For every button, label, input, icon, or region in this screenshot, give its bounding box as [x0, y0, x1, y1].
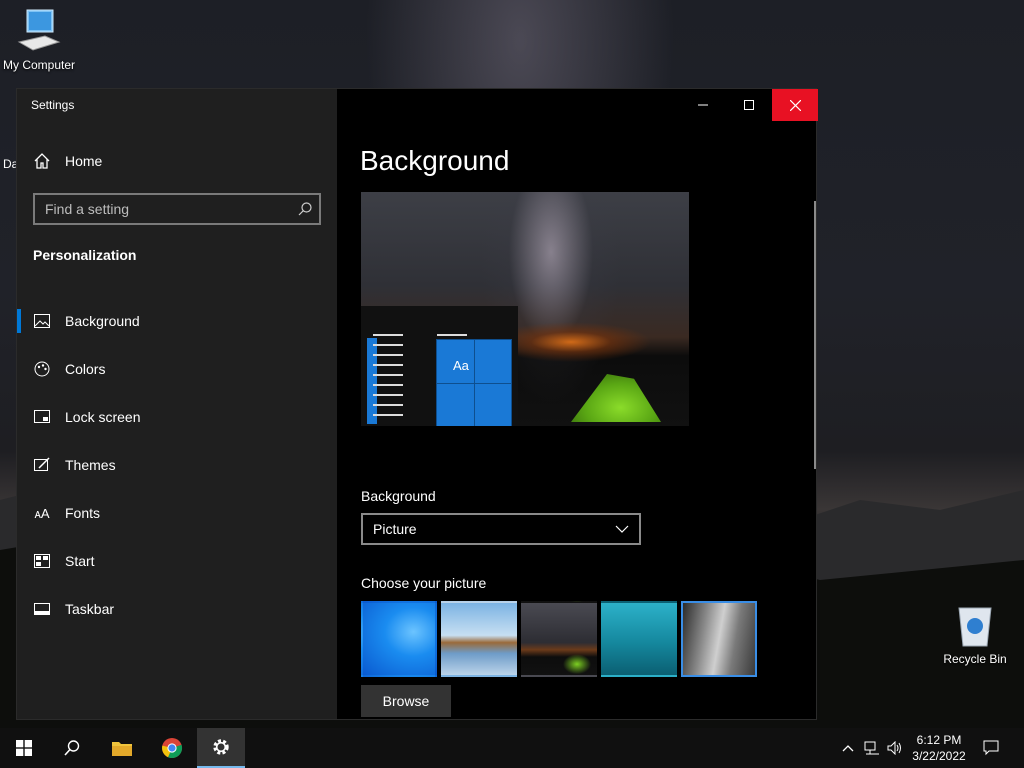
picture-thumbnails — [361, 601, 761, 677]
thumbnail-night-sky-tent[interactable] — [521, 601, 597, 677]
sidebar-item-label: Colors — [65, 361, 106, 377]
maximize-icon — [744, 100, 754, 110]
chevron-down-icon — [615, 525, 629, 533]
taskbar-chrome[interactable] — [148, 728, 196, 768]
sidebar-item-label: Lock screen — [65, 409, 141, 425]
chrome-icon — [162, 738, 183, 759]
sidebar-item-start[interactable]: Start — [17, 537, 337, 585]
lock-screen-icon — [33, 408, 51, 426]
sidebar-item-label: Background — [65, 313, 140, 329]
sidebar-item-background[interactable]: Background — [17, 297, 337, 345]
section-heading: Personalization — [33, 247, 137, 263]
desktop-icon-label: Recycle Bin — [943, 652, 1007, 666]
window-title: Settings — [31, 98, 75, 112]
picture-icon — [33, 312, 51, 330]
sidebar-item-lock-screen[interactable]: Lock screen — [17, 393, 337, 441]
background-type-label: Background — [361, 488, 436, 504]
windows-logo-icon — [16, 740, 32, 756]
taskbar-icon — [33, 600, 51, 618]
home-nav-item[interactable]: Home — [33, 149, 102, 173]
search-input[interactable] — [35, 201, 297, 217]
mock-app-list-lines — [367, 334, 403, 424]
start-button[interactable] — [0, 728, 48, 768]
sidebar-item-fonts[interactable]: ᴀA Fonts — [17, 489, 337, 537]
recycle-bin-icon — [958, 607, 992, 647]
chevron-up-icon — [842, 745, 854, 752]
palette-icon — [33, 360, 51, 378]
preview-sample-text: Aa — [453, 358, 469, 373]
taskbar-search-button[interactable] — [48, 728, 96, 768]
preview-start-menu-mock: Aa — [361, 306, 518, 426]
my-computer-desktop-icon[interactable]: My Computer — [1, 8, 77, 72]
sidebar-item-label: Fonts — [65, 505, 101, 521]
themes-icon — [33, 456, 51, 474]
minimize-button[interactable] — [680, 89, 726, 121]
folder-icon — [112, 742, 132, 756]
fonts-icon: ᴀA — [34, 505, 50, 521]
sidebar-item-colors[interactable]: Colors — [17, 345, 337, 393]
clock-date: 3/22/2022 — [912, 749, 966, 763]
start-icon — [33, 552, 51, 570]
minimize-icon — [698, 104, 708, 106]
close-icon — [789, 99, 801, 111]
sidebar-item-label: Start — [65, 553, 95, 569]
thumbnail-windows-blue[interactable] — [361, 601, 437, 677]
page-title: Background — [360, 145, 510, 176]
recycle-bin-desktop-icon[interactable]: Recycle Bin — [937, 604, 1013, 666]
search-box[interactable] — [33, 193, 321, 225]
content-scrollbar[interactable] — [814, 201, 816, 469]
dropdown-value: Picture — [373, 521, 417, 537]
action-center-button[interactable] — [981, 738, 1001, 758]
mock-tiles — [436, 339, 512, 426]
preview-tent-image — [571, 374, 661, 422]
search-icon — [64, 740, 80, 756]
background-preview: Aa — [361, 192, 689, 426]
network-tray-button[interactable] — [862, 738, 882, 758]
network-icon — [864, 741, 879, 755]
close-button[interactable] — [772, 89, 818, 121]
sidebar-item-label: Themes — [65, 457, 116, 473]
sidebar-item-taskbar[interactable]: Taskbar — [17, 585, 337, 633]
mock-tiles-header — [437, 334, 467, 336]
background-type-dropdown[interactable]: Picture — [361, 513, 641, 545]
thumbnail-beach-rocks[interactable] — [441, 601, 517, 677]
show-hidden-icons-button[interactable] — [838, 738, 858, 758]
thumbnail-rock-cliff[interactable] — [681, 601, 757, 677]
computer-icon — [17, 9, 61, 51]
choose-picture-label: Choose your picture — [361, 575, 487, 591]
taskbar: 6:12 PM 3/22/2022 — [0, 728, 1024, 768]
search-icon[interactable] — [297, 201, 313, 217]
sidebar-item-themes[interactable]: Themes — [17, 441, 337, 489]
home-icon — [34, 153, 50, 169]
clock[interactable]: 6:12 PM 3/22/2022 — [896, 732, 982, 764]
home-label: Home — [65, 153, 103, 169]
desktop-icon-label: My Computer — [2, 58, 76, 72]
personalization-nav: Background Colors Lock screen Themes ᴀA … — [17, 297, 337, 633]
settings-sidebar: Settings Home Personalization Background — [17, 89, 337, 719]
gear-icon — [213, 739, 229, 755]
notification-icon — [983, 740, 999, 756]
clock-time: 6:12 PM — [916, 733, 962, 747]
maximize-button[interactable] — [726, 89, 772, 121]
sidebar-item-label: Taskbar — [65, 601, 115, 617]
taskbar-settings[interactable] — [197, 728, 245, 768]
thumbnail-underwater-swimmer[interactable] — [601, 601, 677, 677]
taskbar-file-explorer[interactable] — [98, 728, 146, 768]
browse-button[interactable]: Browse — [361, 685, 451, 717]
settings-window: Settings Home Personalization Background — [16, 88, 818, 720]
